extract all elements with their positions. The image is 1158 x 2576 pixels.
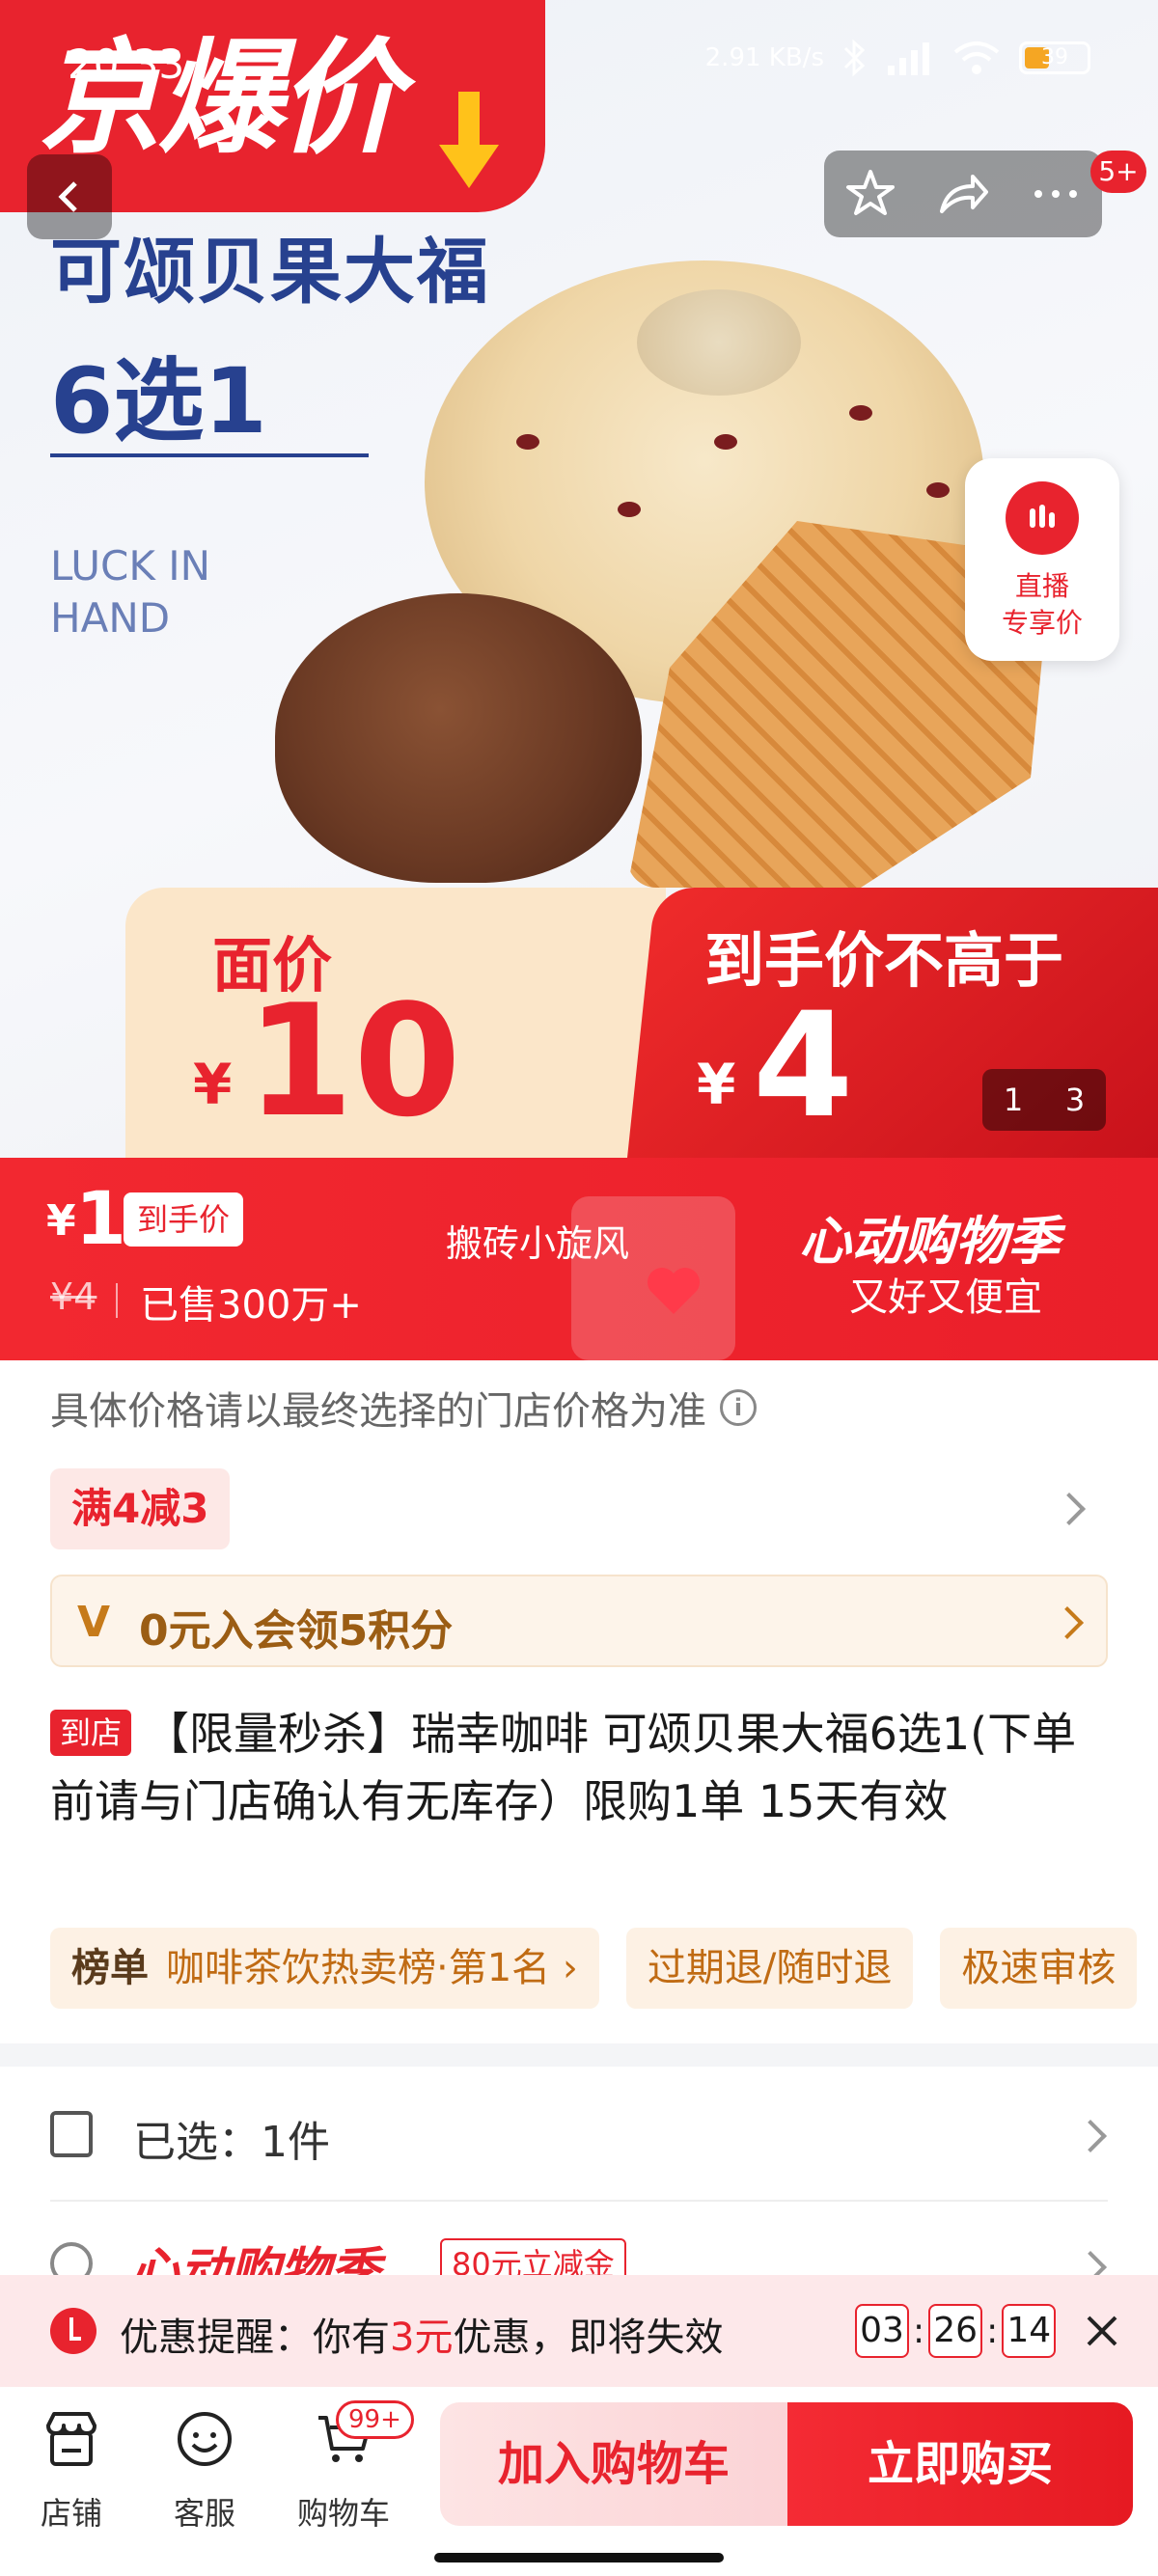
original-price: ¥4 [50, 1275, 97, 1318]
signal-icon [888, 42, 929, 75]
live-icon [1006, 481, 1079, 555]
spec-icon [50, 2111, 93, 2157]
close-icon[interactable] [1079, 2308, 1125, 2354]
price-notice-text: 具体价格请以最终选择的门店价格为准 [50, 1389, 706, 1434]
live-label: 直播 [1014, 570, 1069, 602]
customer-service-button[interactable]: 客服 [147, 2408, 262, 2534]
status-bar: 20:33 2.91 KB/s 39 [0, 0, 1158, 88]
star-icon [846, 170, 895, 215]
down-arrow-icon [439, 92, 499, 188]
price-banner: ¥ 1 到手价 ¥4 已售300万+ 搬砖小旋风 心动购物季 又好又便宜 [0, 1158, 1158, 1360]
product-title: 到店 【限量秒杀】瑞幸咖啡 可颂贝果大福6选1(下单前请与门店确认有无库存）限购1… [50, 1700, 1108, 1835]
cart-count-badge: 99+ [336, 2400, 414, 2439]
membership-row[interactable]: V 0元入会领5积分 [50, 1575, 1108, 1667]
status-time: 20:33 [68, 41, 185, 88]
refund-chip[interactable]: 过期退/随时退 [625, 1928, 914, 2009]
store-button[interactable]: 店铺 [14, 2408, 129, 2534]
favorite-button[interactable] [834, 157, 907, 231]
add-to-cart-button[interactable]: 加入购物车 [440, 2402, 787, 2526]
countdown-seconds: 14 [1002, 2304, 1057, 2358]
refund-chip-text: 过期退/随时退 [647, 1946, 893, 1990]
wifi-icon [953, 41, 1000, 74]
membership-icon: V [77, 1598, 111, 1647]
pager-current: 1 [1003, 1082, 1024, 1118]
clock-icon [50, 2308, 96, 2354]
fast-review-chip[interactable]: 极速审核 [940, 1928, 1138, 2009]
bagel-hole [637, 289, 801, 396]
countdown-timer: 03 : 26 : 14 [855, 2304, 1057, 2358]
heart-icon [648, 1268, 700, 1314]
face-price-value: 10 [246, 971, 461, 1151]
status-icons: 2.91 KB/s 39 [705, 39, 1090, 77]
share-button[interactable] [926, 157, 1000, 231]
info-icon[interactable]: i [720, 1389, 757, 1426]
price-notice: 具体价格请以最终选择的门店价格为准 i [50, 1380, 757, 1436]
product-image-carousel[interactable]: 京爆价 20:33 2.91 KB/s 39 5+ 可颂贝果大福 6选1 LUC… [0, 0, 1158, 1158]
buy-now-button[interactable]: 立即购买 [787, 2402, 1133, 2526]
bottom-action-bar: 店铺 客服 购物车 99+ 加入购物车 立即购买 [0, 2387, 1158, 2576]
coupon-expiry-reminder: 优惠提醒：你有3元优惠，即将失效 03 : 26 : 14 [0, 2275, 1158, 2387]
discount-tag[interactable]: 满4减3 [50, 1468, 231, 1549]
store-icon [46, 2412, 96, 2466]
chevron-left-icon [58, 181, 77, 212]
battery-icon: 39 [1019, 41, 1090, 74]
current-price: 1 [75, 1175, 126, 1261]
selected-spec-row[interactable]: 已选：1件 [0, 2067, 1158, 2202]
ranking-chip-label: 榜单 [71, 1946, 149, 1990]
countdown-minutes: 26 [928, 2304, 983, 2358]
section-divider [0, 2043, 1158, 2067]
live-price-badge[interactable]: 直播 专享价 [965, 458, 1119, 661]
fast-review-chip-text: 极速审核 [961, 1946, 1117, 1990]
spec-chevron-icon [1074, 2120, 1107, 2152]
selected-spec-text: 已选：1件 [133, 2118, 330, 2167]
store-label: 店铺 [40, 2495, 102, 2532]
membership-chevron-icon [1051, 1606, 1084, 1639]
smile-icon [178, 2412, 232, 2466]
more-icon [1034, 190, 1077, 198]
cart-label: 购物车 [296, 2495, 390, 2532]
image-pager: 1 3 [982, 1069, 1106, 1131]
price-currency: ¥ [46, 1196, 76, 1246]
final-price-tag: 到手价 [124, 1192, 244, 1247]
hero-slogan: LUCK IN HAND [50, 542, 211, 642]
ranking-chip-text: 咖啡茶饮热卖榜·第1名 › [166, 1946, 578, 1990]
live-exclusive-label: 专享价 [1001, 607, 1083, 639]
customer-service-label: 客服 [173, 2495, 235, 2532]
network-speed: 2.91 KB/s [704, 43, 824, 72]
campaign-slogan: 又好又便宜 [849, 1275, 1042, 1320]
pager-total: 3 [1064, 1082, 1086, 1118]
discount-chevron-icon[interactable] [1053, 1493, 1086, 1525]
face-price-currency: ¥ [193, 1052, 233, 1117]
hero-product-subtitle: 6选1 [50, 349, 267, 454]
battery-level: 39 [1041, 45, 1068, 69]
price-divider [116, 1283, 118, 1318]
ranking-chip[interactable]: 榜单 咖啡茶饮热卖榜·第1名 › [50, 1928, 599, 2009]
countdown-hours: 03 [855, 2304, 909, 2358]
home-indicator [434, 2553, 724, 2562]
hero-product-title: 可颂贝果大福 [50, 231, 490, 314]
more-button[interactable] [1019, 157, 1092, 231]
reminder-amount: 3元 [390, 2316, 454, 2360]
face-price-panel: 面价 ¥ 10 [125, 888, 666, 1158]
message-count-badge: 5+ [1090, 151, 1146, 193]
in-store-tag: 到店 [50, 1710, 132, 1756]
bluetooth-icon [843, 39, 866, 77]
service-chips: 榜单 咖啡茶饮热卖榜·第1名 › 过期退/随时退 极速审核 [50, 1928, 1158, 2009]
hero-divider [50, 453, 369, 457]
final-price-currency: ¥ [697, 1052, 736, 1117]
campaign-logo: 心动购物季 [799, 1211, 1060, 1272]
product-title-text: 【限量秒杀】瑞幸咖啡 可颂贝果大福6选1(下单前请与门店确认有无库存）限购1单 … [50, 1708, 1077, 1827]
daifuku-image [275, 593, 642, 883]
top-actions [824, 151, 1102, 237]
membership-text: 0元入会领5积分 [139, 1606, 454, 1656]
reminder-text: 优惠提醒：你有3元优惠，即将失效 [120, 2316, 724, 2360]
sold-count: 已售300万+ [140, 1283, 362, 1328]
final-price-value: 4 [753, 982, 854, 1150]
share-icon [940, 175, 988, 213]
